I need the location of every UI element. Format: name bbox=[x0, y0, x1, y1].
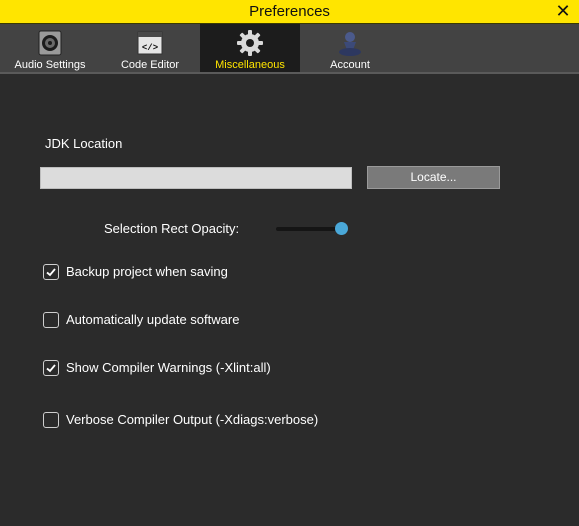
compiler-warnings-checkbox[interactable] bbox=[43, 360, 59, 376]
opacity-slider-track[interactable] bbox=[276, 227, 344, 231]
selection-rect-opacity-label: Selection Rect Opacity: bbox=[104, 221, 240, 236]
miscellaneous-panel: JDK Location Locate... Selection Rect Op… bbox=[0, 76, 579, 526]
auto-update-checkbox[interactable] bbox=[43, 312, 59, 328]
tab-label: Code Editor bbox=[120, 59, 180, 71]
opacity-slider-thumb[interactable] bbox=[335, 222, 348, 235]
close-icon[interactable]: ✕ bbox=[554, 1, 572, 21]
tab-miscellaneous[interactable]: Miscellaneous bbox=[200, 24, 300, 72]
verbose-compiler-checkbox[interactable] bbox=[43, 412, 59, 428]
tab-audio-settings[interactable]: Audio Settings bbox=[0, 24, 100, 72]
locate-button[interactable]: Locate... bbox=[367, 166, 500, 189]
code-window-icon: </> bbox=[137, 31, 163, 55]
checkmark-icon bbox=[46, 268, 56, 277]
backup-project-checkbox[interactable] bbox=[43, 264, 59, 280]
checkbox-label: Verbose Compiler Output (-Xdiags:verbose… bbox=[66, 412, 319, 427]
title-bar: Preferences ✕ bbox=[0, 0, 579, 24]
speaker-icon bbox=[38, 30, 62, 56]
tab-code-editor[interactable]: </> Code Editor bbox=[100, 24, 200, 72]
checkbox-label: Automatically update software bbox=[66, 312, 240, 327]
checkmark-icon bbox=[46, 364, 56, 373]
checkbox-label: Backup project when saving bbox=[66, 264, 228, 279]
svg-text:</>: </> bbox=[142, 43, 158, 53]
user-icon bbox=[339, 32, 361, 56]
window-title: Preferences bbox=[249, 3, 330, 20]
tab-label: Account bbox=[330, 59, 370, 71]
gear-icon bbox=[237, 30, 263, 56]
tab-label: Miscellaneous bbox=[215, 59, 285, 71]
jdk-location-label: JDK Location bbox=[45, 136, 123, 151]
tab-bar: Audio Settings </> Code Editor Miscellan… bbox=[0, 24, 579, 74]
tab-label: Audio Settings bbox=[14, 59, 86, 71]
tab-account[interactable]: Account bbox=[300, 24, 400, 72]
jdk-location-field[interactable] bbox=[40, 167, 352, 189]
checkbox-label: Show Compiler Warnings (-Xlint:all) bbox=[66, 360, 271, 375]
